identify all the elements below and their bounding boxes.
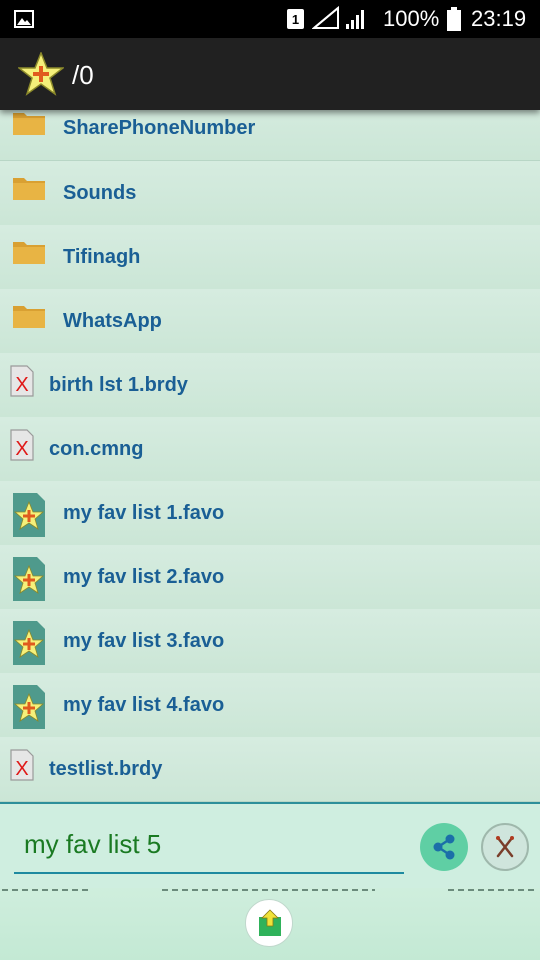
svg-text:X: X (15, 374, 28, 396)
filename-input[interactable] (14, 820, 404, 868)
list-item[interactable]: Sounds (0, 161, 540, 226)
image-notification-icon (14, 10, 34, 28)
favorite-file-icon (13, 685, 45, 729)
list-item-label: Tifinagh (63, 246, 141, 268)
current-path: /0 (72, 60, 94, 90)
list-item[interactable]: Tifinagh (0, 225, 540, 290)
svg-text:1: 1 (292, 12, 299, 27)
list-item-label: my fav list 3.favo (63, 630, 225, 652)
unknown-file-icon: X (10, 429, 34, 461)
favorite-file-icon (13, 621, 45, 665)
separator-divider (2, 889, 538, 891)
cross-tools-icon (496, 836, 514, 858)
sim-card-icon: 1 (287, 9, 304, 29)
folder-icon (13, 242, 45, 264)
filename-field-wrapper (14, 820, 404, 874)
go-up-button[interactable] (245, 899, 293, 947)
folder-icon (13, 306, 45, 328)
list-item[interactable]: X birth lst 1.brdy (0, 353, 540, 418)
list-item[interactable]: my fav list 4.favo (0, 673, 540, 738)
list-item-label: con.cmng (49, 438, 144, 460)
folder-icon (13, 113, 45, 135)
folder-up-arrow-icon (259, 909, 281, 936)
share-button[interactable] (420, 823, 468, 871)
unknown-file-icon: X (10, 365, 34, 397)
list-item[interactable]: X con.cmng (0, 417, 540, 482)
list-item-label: my fav list 2.favo (63, 566, 225, 588)
folder-icon (13, 178, 45, 200)
list-item-label: my fav list 4.favo (63, 694, 225, 716)
list-item[interactable]: my fav list 2.favo (0, 545, 540, 610)
list-item[interactable]: WhatsApp (0, 289, 540, 354)
unknown-file-icon: X (10, 749, 34, 781)
list-item-label: WhatsApp (63, 310, 162, 332)
list-item-label: Sounds (63, 182, 137, 204)
signal-empty-icon (312, 6, 339, 29)
list-item[interactable]: my fav list 3.favo (0, 609, 540, 674)
signal-strength-icon (346, 10, 364, 29)
list-item[interactable]: X testlist.brdy (0, 737, 540, 802)
app-bar: /0 (0, 38, 540, 110)
cancel-button[interactable] (481, 823, 529, 871)
favorite-file-icon (13, 493, 45, 537)
clock: 23:19 (471, 6, 527, 31)
list-item-label: my fav list 1.favo (63, 502, 225, 524)
file-list[interactable]: SharePhoneNumber Sounds Tifinagh WhatsAp… (0, 96, 540, 802)
favorite-file-icon (13, 557, 45, 601)
battery-icon (447, 7, 461, 31)
status-bar: 1 100% 23:19 (0, 0, 540, 38)
list-item-label: birth lst 1.brdy (49, 374, 188, 396)
save-panel (0, 802, 540, 890)
svg-text:X: X (15, 438, 28, 460)
svg-text:X: X (15, 758, 28, 780)
share-icon (433, 834, 455, 860)
list-item[interactable]: my fav list 1.favo (0, 481, 540, 546)
footer-bar (0, 888, 540, 960)
favorite-star-add-icon[interactable] (18, 52, 64, 96)
battery-percent: 100% (383, 6, 440, 31)
list-item-label: testlist.brdy (49, 758, 163, 780)
